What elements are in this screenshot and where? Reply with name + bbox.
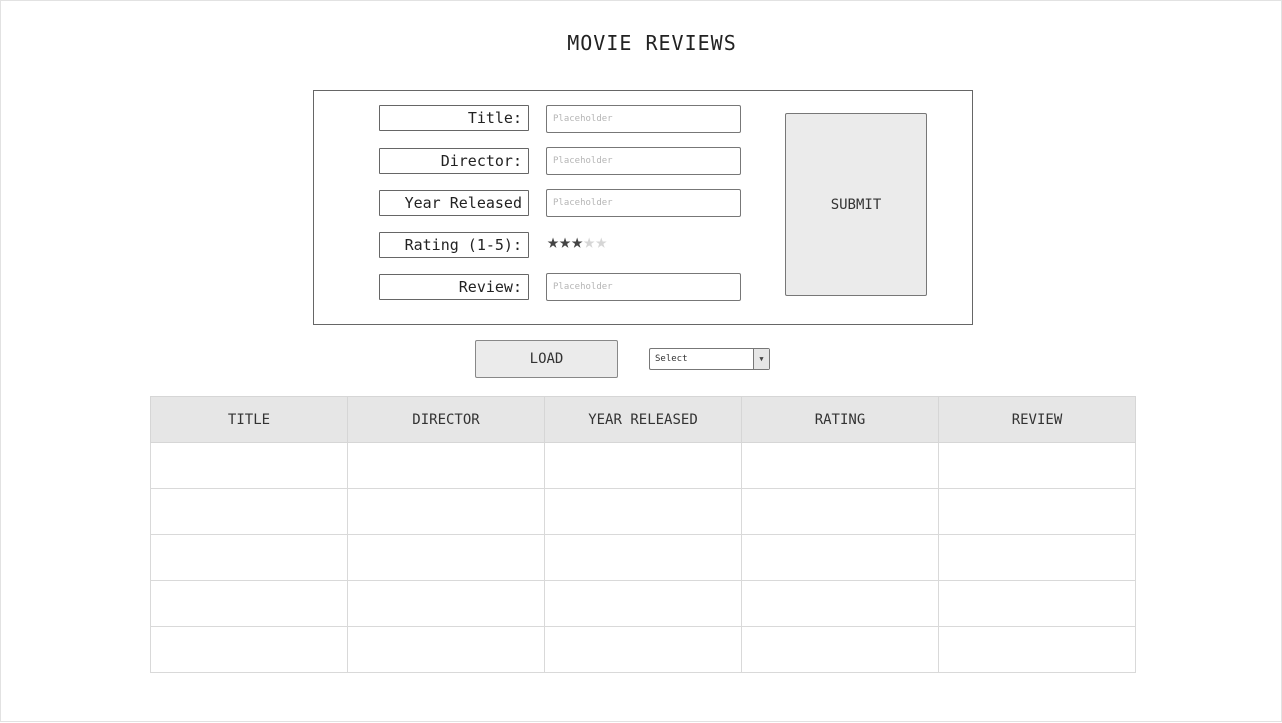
- select-value: Select: [655, 354, 688, 364]
- rating-stars: ★★★★★: [547, 229, 607, 253]
- review-label: Review:: [379, 274, 529, 300]
- page-frame: MOVIE REVIEWS Title: Director: Year Rele…: [0, 0, 1282, 722]
- title-label: Title:: [379, 105, 529, 131]
- column-header-director[interactable]: DIRECTOR: [347, 396, 545, 443]
- column-header-year-released[interactable]: YEAR RELEASED: [544, 396, 742, 443]
- table-row[interactable]: [150, 488, 1136, 535]
- star-icon-4[interactable]: ★: [583, 229, 595, 253]
- column-header-review[interactable]: REVIEW: [938, 396, 1136, 443]
- table-cell: [150, 626, 348, 673]
- table-cell: [741, 580, 939, 627]
- column-header-rating[interactable]: RATING: [741, 396, 939, 443]
- table-cell: [544, 580, 742, 627]
- column-header-title[interactable]: TITLE: [150, 396, 348, 443]
- page-title: MOVIE REVIEWS: [567, 31, 737, 55]
- table-cell: [938, 488, 1136, 535]
- table-row[interactable]: [150, 534, 1136, 581]
- table-cell: [741, 626, 939, 673]
- table-cell: [938, 534, 1136, 581]
- director-label: Director:: [379, 148, 529, 174]
- review-input[interactable]: [546, 273, 741, 301]
- table-header-row: TITLE DIRECTOR YEAR RELEASED RATING REVI…: [150, 396, 1136, 443]
- table-cell: [544, 534, 742, 581]
- table-cell: [347, 626, 545, 673]
- table-cell: [741, 442, 939, 489]
- star-icon-1[interactable]: ★: [547, 229, 559, 253]
- table-row[interactable]: [150, 580, 1136, 627]
- caret-down-icon[interactable]: ▼: [753, 349, 769, 369]
- table-cell: [347, 488, 545, 535]
- table-cell: [544, 442, 742, 489]
- title-input[interactable]: [546, 105, 741, 133]
- table-cell: [544, 626, 742, 673]
- load-select[interactable]: Select ▼: [649, 348, 770, 370]
- table-cell: [544, 488, 742, 535]
- table-row[interactable]: [150, 442, 1136, 489]
- table-cell: [938, 442, 1136, 489]
- table-cell: [150, 442, 348, 489]
- table-cell: [347, 442, 545, 489]
- year-released-input[interactable]: [546, 189, 741, 217]
- table-cell: [938, 580, 1136, 627]
- reviews-table: TITLE DIRECTOR YEAR RELEASED RATING REVI…: [150, 396, 1136, 673]
- director-input[interactable]: [546, 147, 741, 175]
- year-released-label: Year Released: [379, 190, 529, 216]
- table-cell: [347, 580, 545, 627]
- star-icon-3[interactable]: ★: [571, 229, 583, 253]
- star-icon-5[interactable]: ★: [595, 229, 607, 253]
- review-form: Title: Director: Year Released Rating (1…: [313, 90, 973, 325]
- load-button[interactable]: LOAD: [475, 340, 618, 378]
- table-cell: [150, 580, 348, 627]
- table-row[interactable]: [150, 626, 1136, 673]
- table-cell: [150, 488, 348, 535]
- table-cell: [741, 534, 939, 581]
- rating-label: Rating (1-5):: [379, 232, 529, 258]
- star-icon-2[interactable]: ★: [559, 229, 571, 253]
- table-cell: [347, 534, 545, 581]
- table-cell: [938, 626, 1136, 673]
- table-cell: [150, 534, 348, 581]
- submit-button[interactable]: SUBMIT: [785, 113, 927, 296]
- table-cell: [741, 488, 939, 535]
- reviews-table-container: TITLE DIRECTOR YEAR RELEASED RATING REVI…: [150, 396, 1136, 674]
